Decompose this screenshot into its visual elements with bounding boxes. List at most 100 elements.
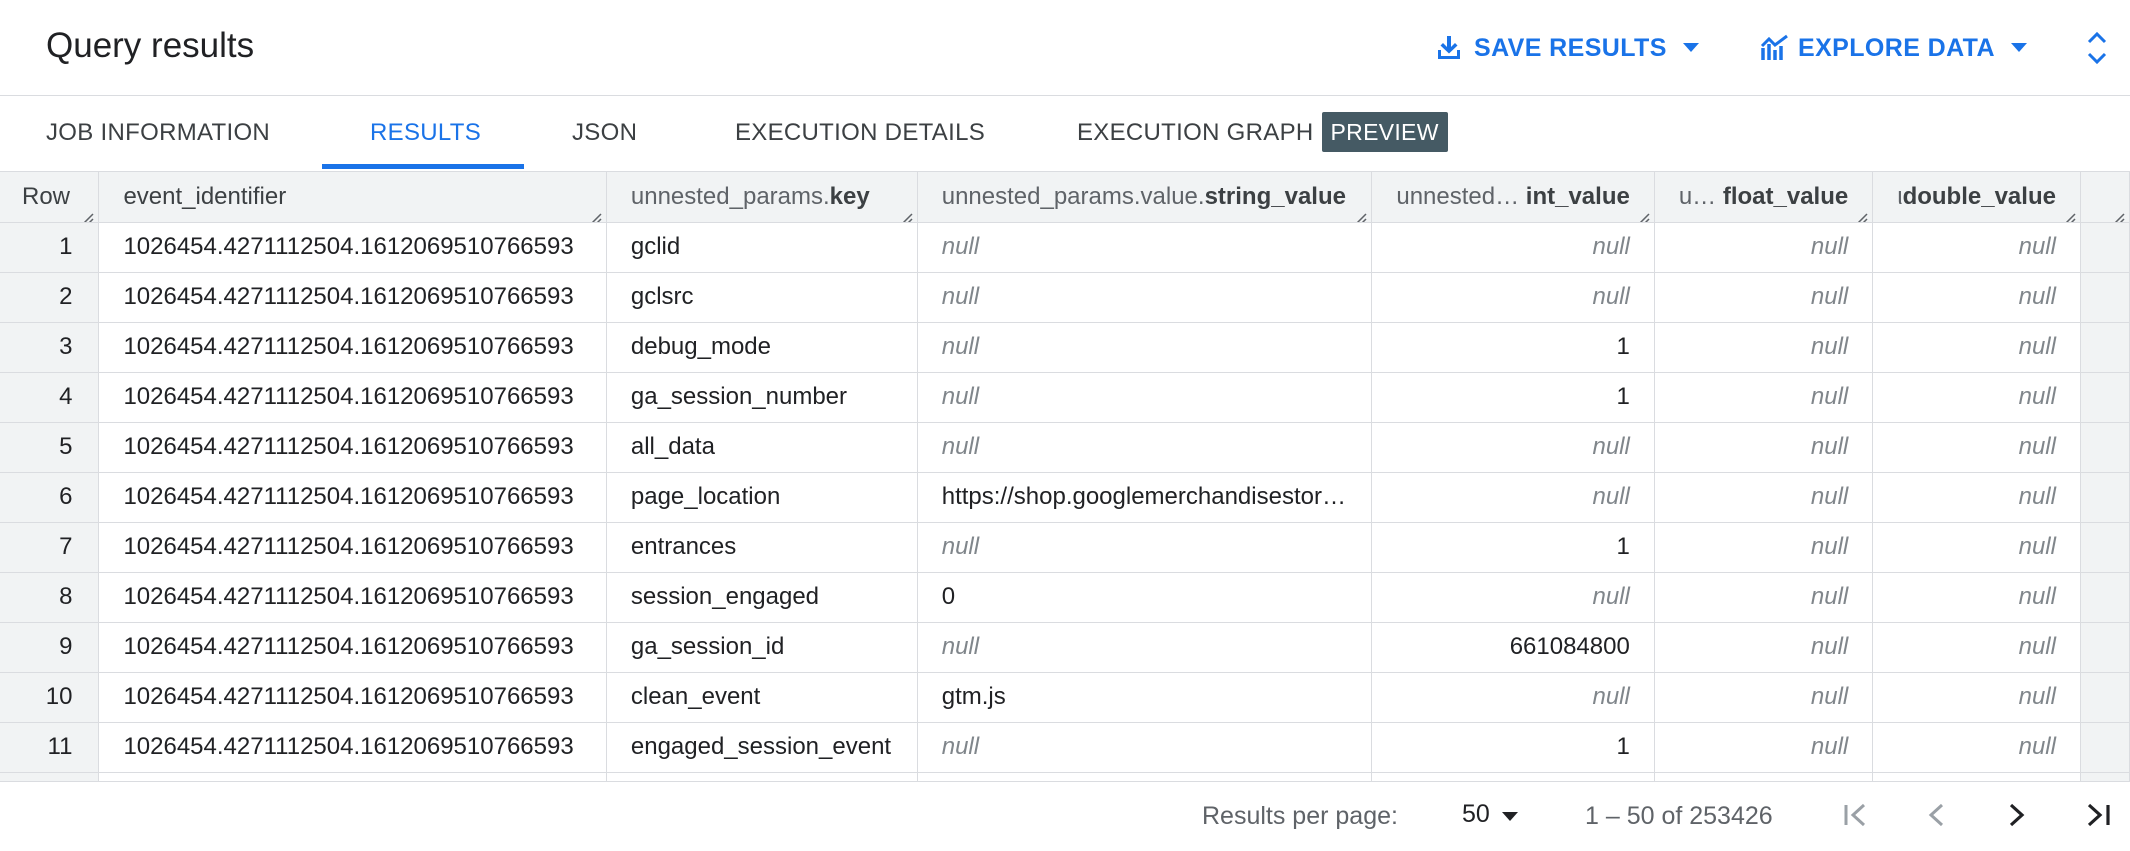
cell-key[interactable]: gclsrc — [606, 272, 918, 323]
cell-string-value[interactable]: null — [917, 622, 1373, 673]
cell-int-value[interactable]: null — [1371, 222, 1655, 273]
unfold-icon[interactable] — [2086, 30, 2108, 71]
tab-json[interactable]: JSON — [572, 96, 637, 170]
resize-handle-icon[interactable] — [2062, 205, 2076, 221]
cell-int-value[interactable]: null — [1371, 272, 1655, 323]
tab-job-information[interactable]: JOB INFORMATION — [46, 96, 270, 170]
cell-int-value[interactable]: 1 — [1371, 722, 1655, 773]
chevron-left-icon[interactable] — [1922, 798, 1950, 839]
save-results-button[interactable]: SAVE RESULTS — [1436, 26, 1699, 70]
cell-double-value[interactable]: null — [1872, 672, 2081, 723]
cell-key[interactable]: gclid — [606, 222, 918, 273]
resize-handle-icon[interactable] — [1636, 205, 1650, 221]
cell-string-value[interactable]: null — [917, 522, 1373, 573]
table-row[interactable]: 3 1026454.4271112504.1612069510766593 debu… — [0, 322, 2130, 373]
cell-float-value[interactable]: null — [1654, 222, 1874, 273]
chevron-right-icon[interactable] — [2003, 798, 2031, 839]
tab-execution-details[interactable]: EXECUTION DETAILS — [735, 96, 985, 170]
table-row[interactable]: 5 1026454.4271112504.1612069510766593 all_… — [0, 422, 2130, 473]
cell-event-identifier[interactable]: 1026454.4271112504.1612069510766593 — [98, 622, 607, 673]
cell-string-value[interactable]: null — [917, 372, 1373, 423]
cell-string-value[interactable]: null — [917, 422, 1373, 473]
column-header-int-value[interactable]: unnested… int_value — [1371, 172, 1655, 223]
cell-int-value[interactable]: null — [1371, 572, 1655, 623]
cell-key[interactable]: ga_session_number — [606, 372, 918, 423]
cell-double-value[interactable]: null — [1872, 522, 2081, 573]
cell-key[interactable]: page_location — [606, 472, 918, 523]
results-per-page-select[interactable]: 50 — [1462, 800, 1518, 829]
table-row[interactable]: 2 1026454.4271112504.1612069510766593 gcls… — [0, 272, 2130, 323]
cell-int-value[interactable]: 661084800 — [1371, 622, 1655, 673]
cell-double-value[interactable]: null — [1872, 722, 2081, 773]
cell-string-value[interactable]: null — [917, 222, 1373, 273]
cell-float-value[interactable]: null — [1654, 522, 1874, 573]
column-header-string-value[interactable]: unnested_params.value.string_value — [917, 172, 1373, 223]
resize-handle-icon[interactable] — [1353, 205, 1367, 221]
cell-int-value[interactable]: 1 — [1371, 322, 1655, 373]
cell-float-value[interactable]: null — [1654, 572, 1874, 623]
cell-event-identifier[interactable]: 1026454.4271112504.1612069510766593 — [98, 272, 607, 323]
last-page-icon[interactable] — [2082, 798, 2114, 839]
cell-double-value[interactable]: null — [1872, 422, 2081, 473]
cell-double-value[interactable]: null — [1872, 272, 2081, 323]
cell-key[interactable]: entrances — [606, 522, 918, 573]
table-row[interactable]: 8 1026454.4271112504.1612069510766593 sess… — [0, 572, 2130, 623]
cell-string-value[interactable]: null — [917, 272, 1373, 323]
cell-event-identifier[interactable]: 1026454.4271112504.1612069510766593 — [98, 372, 607, 423]
cell-event-identifier[interactable]: 1026454.4271112504.1612069510766593 — [98, 322, 607, 373]
table-row[interactable]: 1 1026454.4271112504.1612069510766593 gcli… — [0, 222, 2130, 273]
cell-string-value[interactable]: null — [917, 722, 1373, 773]
cell-event-identifier[interactable]: 1026454.4271112504.1612069510766593 — [98, 422, 607, 473]
column-header-key[interactable]: unnested_params.key — [606, 172, 918, 223]
column-header-float-value[interactable]: u… float_value — [1654, 172, 1874, 223]
cell-string-value[interactable]: null — [917, 322, 1373, 373]
table-row[interactable]: 11 1026454.4271112504.1612069510766593 eng… — [0, 722, 2130, 773]
table-row[interactable]: 4 1026454.4271112504.1612069510766593 ga_s… — [0, 372, 2130, 423]
cell-double-value[interactable]: null — [1872, 222, 2081, 273]
cell-event-identifier[interactable]: 1026454.4271112504.1612069510766593 — [98, 722, 607, 773]
column-header-overflow[interactable] — [2080, 172, 2130, 223]
table-row[interactable]: 6 1026454.4271112504.1612069510766593 page… — [0, 472, 2130, 523]
cell-float-value[interactable]: null — [1654, 372, 1874, 423]
cell-double-value[interactable]: null — [1872, 372, 2081, 423]
cell-float-value[interactable]: null — [1654, 272, 1874, 323]
resize-handle-icon[interactable] — [899, 205, 913, 221]
cell-key[interactable]: debug_mode — [606, 322, 918, 373]
tab-results[interactable]: RESULTS — [370, 96, 481, 170]
cell-key[interactable]: engaged_session_event — [606, 722, 918, 773]
cell-double-value[interactable]: null — [1872, 322, 2081, 373]
cell-key[interactable]: all_data — [606, 422, 918, 473]
cell-event-identifier[interactable]: 1026454.4271112504.1612069510766593 — [98, 522, 607, 573]
cell-float-value[interactable]: null — [1654, 322, 1874, 373]
cell-string-value[interactable]: https://shop.googlemerchandisestor… — [917, 472, 1373, 523]
resize-handle-icon[interactable] — [80, 205, 94, 221]
cell-event-identifier[interactable]: 1026454.4271112504.1612069510766593 — [98, 672, 607, 723]
cell-string-value[interactable]: gtm.js — [917, 672, 1373, 723]
cell-key[interactable]: clean_event — [606, 672, 918, 723]
cell-key[interactable]: ga_session_id — [606, 622, 918, 673]
table-row[interactable]: 7 1026454.4271112504.1612069510766593 entr… — [0, 522, 2130, 573]
resize-handle-icon[interactable] — [588, 205, 602, 221]
cell-int-value[interactable]: 1 — [1371, 522, 1655, 573]
cell-float-value[interactable]: null — [1654, 722, 1874, 773]
cell-int-value[interactable]: null — [1371, 672, 1655, 723]
cell-double-value[interactable]: null — [1872, 622, 2081, 673]
resize-handle-icon[interactable] — [1854, 205, 1868, 221]
cell-event-identifier[interactable]: 1026454.4271112504.1612069510766593 — [98, 572, 607, 623]
first-page-icon[interactable] — [1840, 798, 1872, 839]
cell-string-value[interactable]: 0 — [917, 572, 1373, 623]
table-row[interactable]: 10 1026454.4271112504.1612069510766593 cle… — [0, 672, 2130, 723]
cell-int-value[interactable]: 1 — [1371, 372, 1655, 423]
cell-float-value[interactable]: null — [1654, 422, 1874, 473]
resize-handle-icon[interactable] — [2111, 205, 2125, 221]
table-row[interactable]: 9 1026454.4271112504.1612069510766593 ga_s… — [0, 622, 2130, 673]
cell-double-value[interactable]: null — [1872, 472, 2081, 523]
cell-float-value[interactable]: null — [1654, 622, 1874, 673]
cell-float-value[interactable]: null — [1654, 672, 1874, 723]
tab-execution-graph[interactable]: EXECUTION GRAPH PREVIEW — [1077, 96, 1448, 170]
column-header-row[interactable]: Row — [0, 172, 100, 223]
column-header-double-value[interactable]: ιdouble_value — [1872, 172, 2081, 223]
cell-double-value[interactable]: null — [1872, 572, 2081, 623]
explore-data-button[interactable]: EXPLORE DATA — [1760, 26, 2027, 70]
cell-int-value[interactable]: null — [1371, 422, 1655, 473]
